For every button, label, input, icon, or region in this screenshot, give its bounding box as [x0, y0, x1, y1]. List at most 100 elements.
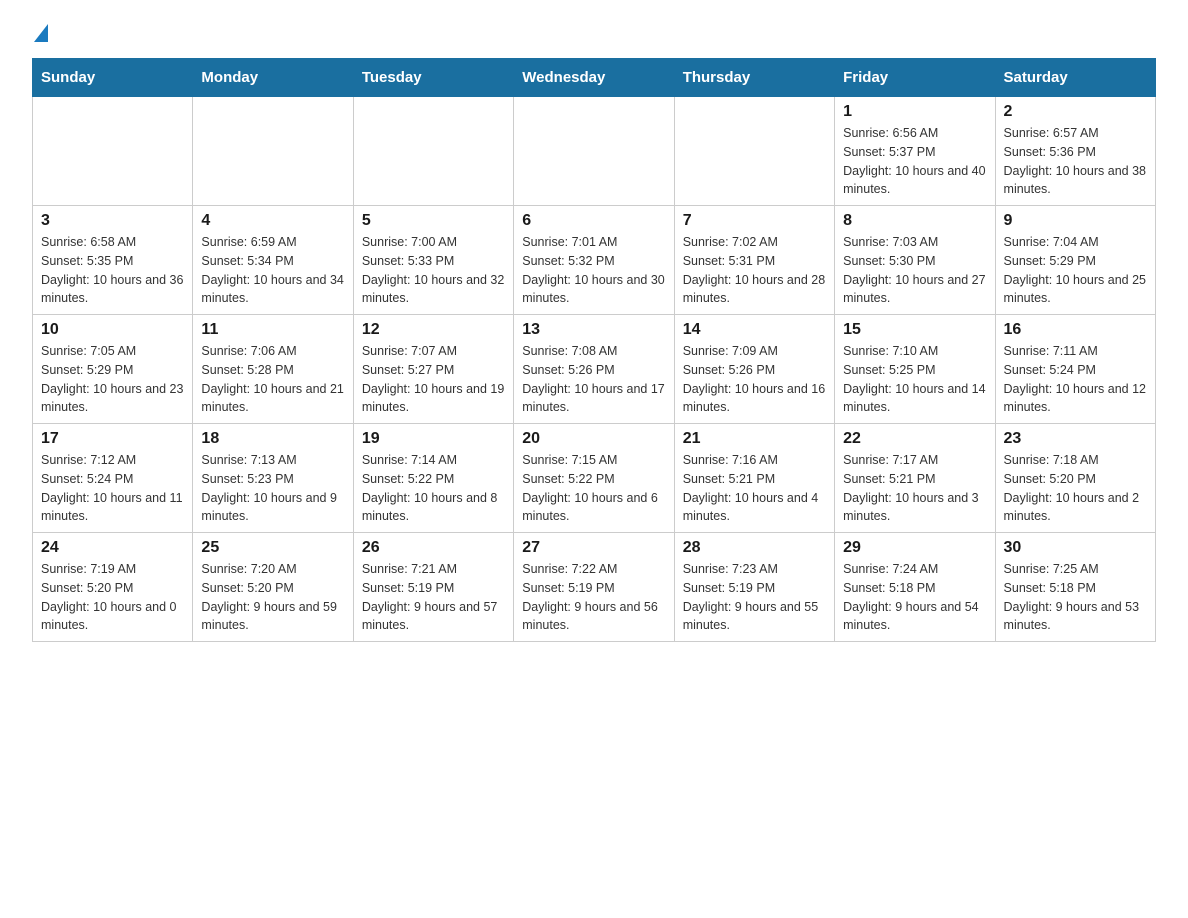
- calendar-header-row: SundayMondayTuesdayWednesdayThursdayFrid…: [33, 59, 1156, 97]
- calendar-cell: 11 Sunrise: 7:06 AM Sunset: 5:28 PM Dayli…: [193, 315, 353, 424]
- day-sun-info: Sunrise: 6:58 AM Sunset: 5:35 PM Dayligh…: [41, 233, 184, 308]
- calendar-cell: 4Sunrise: 6:59 AM Sunset: 5:34 PM Daylig…: [193, 206, 353, 315]
- calendar-cell: 23 Sunrise: 7:18 AM Sunset: 5:20 PM Dayli…: [995, 424, 1155, 533]
- day-number: 7: [683, 212, 826, 230]
- day-sun-info: Sunrise: 7:13 AM Sunset: 5:23 PM Dayligh…: [201, 451, 344, 526]
- day-number: 3: [41, 212, 184, 230]
- calendar-cell: 29 Sunrise: 7:24 AM Sunset: 5:18 PM Dayli…: [835, 533, 995, 642]
- day-sun-info: Sunrise: 7:03 AM Sunset: 5:30 PM Dayligh…: [843, 233, 986, 308]
- calendar-cell: [674, 97, 834, 206]
- day-sun-info: Sunrise: 6:57 AM Sunset: 5:36 PM Dayligh…: [1004, 124, 1147, 199]
- day-sun-info: Sunrise: 7:24 AM Sunset: 5:18 PM Dayligh…: [843, 560, 986, 635]
- calendar-cell: 20 Sunrise: 7:15 AM Sunset: 5:22 PM Dayli…: [514, 424, 674, 533]
- day-number: 16: [1004, 321, 1147, 339]
- day-sun-info: Sunrise: 7:12 AM Sunset: 5:24 PM Dayligh…: [41, 451, 184, 526]
- calendar-cell: 9 Sunrise: 7:04 AM Sunset: 5:29 PM Daylig…: [995, 206, 1155, 315]
- day-number: 22: [843, 430, 986, 448]
- day-number: 30: [1004, 539, 1147, 557]
- day-number: 20: [522, 430, 665, 448]
- calendar-cell: 5 Sunrise: 7:00 AM Sunset: 5:33 PM Daylig…: [353, 206, 513, 315]
- calendar-cell: 28 Sunrise: 7:23 AM Sunset: 5:19 PM Dayli…: [674, 533, 834, 642]
- day-of-week-header: Friday: [835, 59, 995, 97]
- calendar-cell: 3 Sunrise: 6:58 AM Sunset: 5:35 PM Daylig…: [33, 206, 193, 315]
- day-sun-info: Sunrise: 7:10 AM Sunset: 5:25 PM Dayligh…: [843, 342, 986, 417]
- day-number: 12: [362, 321, 505, 339]
- day-sun-info: Sunrise: 7:17 AM Sunset: 5:21 PM Dayligh…: [843, 451, 986, 526]
- day-sun-info: Sunrise: 7:15 AM Sunset: 5:22 PM Dayligh…: [522, 451, 665, 526]
- calendar-cell: 16 Sunrise: 7:11 AM Sunset: 5:24 PM Dayli…: [995, 315, 1155, 424]
- calendar-cell: 30 Sunrise: 7:25 AM Sunset: 5:18 PM Dayli…: [995, 533, 1155, 642]
- calendar-cell: 19 Sunrise: 7:14 AM Sunset: 5:22 PM Dayli…: [353, 424, 513, 533]
- day-number: 4: [201, 212, 344, 230]
- calendar-cell: 13 Sunrise: 7:08 AM Sunset: 5:26 PM Dayli…: [514, 315, 674, 424]
- day-sun-info: Sunrise: 7:25 AM Sunset: 5:18 PM Dayligh…: [1004, 560, 1147, 635]
- calendar-cell: 18Sunrise: 7:13 AM Sunset: 5:23 PM Dayli…: [193, 424, 353, 533]
- calendar-week-row: 1Sunrise: 6:56 AM Sunset: 5:37 PM Daylig…: [33, 97, 1156, 206]
- day-number: 17: [41, 430, 184, 448]
- day-number: 23: [1004, 430, 1147, 448]
- day-sun-info: Sunrise: 7:08 AM Sunset: 5:26 PM Dayligh…: [522, 342, 665, 417]
- calendar-cell: 24 Sunrise: 7:19 AM Sunset: 5:20 PM Dayli…: [33, 533, 193, 642]
- day-number: 1: [843, 103, 986, 121]
- day-number: 9: [1004, 212, 1147, 230]
- logo: [32, 24, 48, 40]
- day-sun-info: Sunrise: 7:06 AM Sunset: 5:28 PM Dayligh…: [201, 342, 344, 417]
- calendar-cell: [193, 97, 353, 206]
- day-sun-info: Sunrise: 7:09 AM Sunset: 5:26 PM Dayligh…: [683, 342, 826, 417]
- day-sun-info: Sunrise: 7:19 AM Sunset: 5:20 PM Dayligh…: [41, 560, 184, 635]
- calendar-cell: 15 Sunrise: 7:10 AM Sunset: 5:25 PM Dayli…: [835, 315, 995, 424]
- day-sun-info: Sunrise: 7:07 AM Sunset: 5:27 PM Dayligh…: [362, 342, 505, 417]
- day-of-week-header: Thursday: [674, 59, 834, 97]
- day-sun-info: Sunrise: 7:16 AM Sunset: 5:21 PM Dayligh…: [683, 451, 826, 526]
- calendar-week-row: 10 Sunrise: 7:05 AM Sunset: 5:29 PM Dayli…: [33, 315, 1156, 424]
- day-number: 19: [362, 430, 505, 448]
- day-number: 6: [522, 212, 665, 230]
- day-number: 29: [843, 539, 986, 557]
- logo-triangle-icon: [34, 24, 48, 42]
- day-sun-info: Sunrise: 7:14 AM Sunset: 5:22 PM Dayligh…: [362, 451, 505, 526]
- day-number: 27: [522, 539, 665, 557]
- calendar-cell: 7Sunrise: 7:02 AM Sunset: 5:31 PM Daylig…: [674, 206, 834, 315]
- day-number: 26: [362, 539, 505, 557]
- day-number: 24: [41, 539, 184, 557]
- day-sun-info: Sunrise: 7:18 AM Sunset: 5:20 PM Dayligh…: [1004, 451, 1147, 526]
- day-number: 14: [683, 321, 826, 339]
- day-number: 25: [201, 539, 344, 557]
- day-number: 10: [41, 321, 184, 339]
- day-number: 11: [201, 321, 344, 339]
- calendar-cell: [33, 97, 193, 206]
- page-header: [32, 24, 1156, 40]
- calendar-cell: 8 Sunrise: 7:03 AM Sunset: 5:30 PM Daylig…: [835, 206, 995, 315]
- day-number: 8: [843, 212, 986, 230]
- day-sun-info: Sunrise: 7:00 AM Sunset: 5:33 PM Dayligh…: [362, 233, 505, 308]
- calendar-cell: [514, 97, 674, 206]
- calendar-week-row: 24 Sunrise: 7:19 AM Sunset: 5:20 PM Dayli…: [33, 533, 1156, 642]
- day-sun-info: Sunrise: 7:05 AM Sunset: 5:29 PM Dayligh…: [41, 342, 184, 417]
- day-of-week-header: Tuesday: [353, 59, 513, 97]
- calendar-table: SundayMondayTuesdayWednesdayThursdayFrid…: [32, 58, 1156, 642]
- calendar-cell: 25 Sunrise: 7:20 AM Sunset: 5:20 PM Dayli…: [193, 533, 353, 642]
- day-sun-info: Sunrise: 7:20 AM Sunset: 5:20 PM Dayligh…: [201, 560, 344, 635]
- day-number: 28: [683, 539, 826, 557]
- day-number: 2: [1004, 103, 1147, 121]
- logo-general-text: [32, 24, 48, 40]
- calendar-cell: 6Sunrise: 7:01 AM Sunset: 5:32 PM Daylig…: [514, 206, 674, 315]
- day-of-week-header: Sunday: [33, 59, 193, 97]
- calendar-cell: 21Sunrise: 7:16 AM Sunset: 5:21 PM Dayli…: [674, 424, 834, 533]
- day-sun-info: Sunrise: 7:11 AM Sunset: 5:24 PM Dayligh…: [1004, 342, 1147, 417]
- calendar-week-row: 3 Sunrise: 6:58 AM Sunset: 5:35 PM Daylig…: [33, 206, 1156, 315]
- calendar-cell: 17 Sunrise: 7:12 AM Sunset: 5:24 PM Dayli…: [33, 424, 193, 533]
- calendar-cell: 12 Sunrise: 7:07 AM Sunset: 5:27 PM Dayli…: [353, 315, 513, 424]
- day-sun-info: Sunrise: 7:04 AM Sunset: 5:29 PM Dayligh…: [1004, 233, 1147, 308]
- calendar-cell: 1Sunrise: 6:56 AM Sunset: 5:37 PM Daylig…: [835, 97, 995, 206]
- day-sun-info: Sunrise: 7:21 AM Sunset: 5:19 PM Dayligh…: [362, 560, 505, 635]
- day-number: 13: [522, 321, 665, 339]
- day-number: 15: [843, 321, 986, 339]
- day-of-week-header: Wednesday: [514, 59, 674, 97]
- day-number: 5: [362, 212, 505, 230]
- day-sun-info: Sunrise: 7:23 AM Sunset: 5:19 PM Dayligh…: [683, 560, 826, 635]
- calendar-cell: 14 Sunrise: 7:09 AM Sunset: 5:26 PM Dayli…: [674, 315, 834, 424]
- day-of-week-header: Saturday: [995, 59, 1155, 97]
- calendar-cell: 22 Sunrise: 7:17 AM Sunset: 5:21 PM Dayli…: [835, 424, 995, 533]
- day-sun-info: Sunrise: 7:22 AM Sunset: 5:19 PM Dayligh…: [522, 560, 665, 635]
